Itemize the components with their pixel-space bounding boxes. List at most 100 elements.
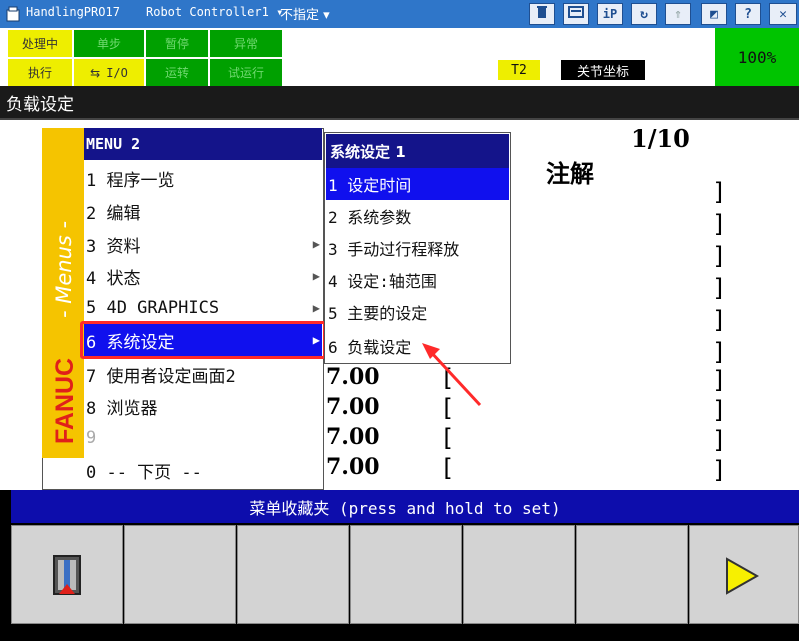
value-cell[interactable]: 7.00	[326, 454, 380, 480]
menu-item-label: 4 状态	[86, 268, 141, 289]
fkey-2[interactable]	[124, 525, 236, 624]
help-button[interactable]: ?	[735, 3, 761, 25]
submenu-item-set-time[interactable]: 1 设定时间	[326, 168, 509, 200]
menu-item-data[interactable]: 3 资料 ▶	[84, 228, 322, 260]
fanuc-sidebar: - Menus - FANUC	[42, 128, 84, 458]
menu-item-label: 2 编辑	[86, 203, 141, 224]
favorites-bar[interactable]: 菜单收藏夹 (press and hold to set)	[11, 490, 799, 523]
fkey-1[interactable]	[11, 525, 123, 624]
window-button[interactable]: ◩	[701, 3, 727, 25]
menu-header: MENU 2	[84, 128, 322, 160]
status-run: 执行	[8, 59, 72, 86]
fkey-5[interactable]	[463, 525, 575, 624]
ip-button[interactable]: iP	[597, 3, 623, 25]
keyboard-icon	[568, 6, 584, 22]
refresh-button[interactable]: ↻	[631, 3, 657, 25]
help-icon: ?	[744, 6, 752, 22]
annotation-arrow-icon	[422, 343, 482, 407]
status-io-label: I/O	[106, 65, 128, 80]
value-cell[interactable]: 7.00	[326, 394, 380, 420]
menu-item-label: 5 4D GRAPHICS	[86, 298, 220, 318]
menu-item-status[interactable]: 4 状态 ▶	[84, 260, 322, 292]
keyboard-button[interactable]	[563, 3, 589, 25]
status-io: ⇆ I/O	[74, 59, 144, 86]
refresh-icon: ↻	[640, 6, 648, 22]
screen-title: 负载设定	[0, 86, 799, 120]
app-name: HandlingPRO17	[26, 5, 120, 19]
submenu-header: 系统设定 1	[326, 134, 509, 168]
menu-item-9[interactable]: 9	[84, 422, 322, 454]
submenu-item-label: 6 负载设定	[328, 338, 412, 357]
fkey-next[interactable]	[689, 525, 799, 624]
bracket-close: ]	[712, 274, 727, 302]
submenu-arrow-icon: ▶	[312, 269, 320, 283]
menu-item-next-page[interactable]: 0 -- 下页 --	[84, 454, 322, 486]
status-fault: 异常	[210, 30, 282, 57]
submenu-item-label: 3 手动过行程释放	[328, 240, 460, 259]
submenu-arrow-icon: ▶	[312, 237, 320, 251]
submenu-item-label: 1 设定时间	[328, 176, 412, 195]
trash-button[interactable]	[529, 3, 555, 25]
next-arrow-icon	[724, 556, 760, 600]
submenu-item-master-setup[interactable]: 5 主要的设定	[326, 296, 509, 328]
page-indicator: 1/10	[631, 124, 690, 153]
menu-item-user-screen[interactable]: 7 使用者设定画面2	[84, 358, 322, 390]
menu-item-label: 1 程序一览	[86, 170, 175, 191]
assign-select[interactable]: 不指定 ▾	[280, 4, 330, 23]
status-hold: 暂停	[146, 30, 208, 57]
submenu-item-label: 5 主要的设定	[328, 304, 428, 323]
bracket-close: ]	[712, 210, 727, 238]
value-cell[interactable]: 7.00	[326, 424, 380, 450]
menus-label: - Menus -	[52, 221, 76, 318]
assign-value: 不指定	[280, 8, 320, 23]
menu-item-4d-graphics[interactable]: 5 4D GRAPHICS ▶	[84, 292, 322, 324]
menu-item-label: 7 使用者设定画面2	[86, 366, 236, 387]
bracket-close: ]	[712, 242, 727, 270]
ip-icon: iP	[602, 7, 618, 21]
coord-indicator: 关节坐标	[561, 60, 645, 80]
bracket-close: ]	[712, 306, 727, 334]
submenu-item-label: 2 系统参数	[328, 208, 412, 227]
controller-select[interactable]: Robot Controller1 ▾	[146, 5, 283, 19]
menu-item-label: 8 浏览器	[86, 398, 158, 419]
tool-indicator: T2	[498, 60, 540, 80]
fkey-4[interactable]	[350, 525, 462, 624]
fanuc-logo: FANUC	[51, 358, 79, 444]
trash-icon	[535, 5, 549, 23]
value-cell[interactable]: 7.00	[326, 364, 380, 390]
menu-item-label: 0 -- 下页 --	[86, 462, 202, 483]
menu-item-label: 3 资料	[86, 236, 141, 257]
submenu-item-ot-release[interactable]: 3 手动过行程释放	[326, 232, 509, 264]
status-step: 单步	[74, 30, 144, 57]
close-button[interactable]: ✕	[769, 3, 797, 25]
bracket-close: ]	[712, 178, 727, 206]
submenu-item-system-params[interactable]: 2 系统参数	[326, 200, 509, 232]
fkey-6[interactable]	[576, 525, 688, 624]
bracket-close: ]	[712, 338, 727, 366]
menu-item-program-list[interactable]: 1 程序一览	[84, 162, 322, 194]
override-indicator[interactable]: 100%	[715, 28, 799, 86]
fkey-3[interactable]	[237, 525, 349, 624]
bracket-open: [	[440, 424, 455, 452]
controller-name: Robot Controller1	[146, 5, 269, 19]
io-icon: ⇆	[90, 65, 101, 80]
scroll-up-button[interactable]: ⇑	[665, 3, 691, 25]
menu-item-label: 9	[86, 428, 97, 448]
status-busy: 处理中	[8, 30, 72, 57]
comment-header: 注解	[546, 160, 594, 188]
status-prod: 运转	[146, 59, 208, 86]
double-chevron-up-icon: ⇑	[674, 6, 682, 22]
window-icon: ◩	[710, 6, 718, 22]
app-icon	[6, 6, 20, 22]
submenu-item-axis-limits[interactable]: 4 设定:轴范围	[326, 264, 509, 296]
menu-item-browser[interactable]: 8 浏览器	[84, 390, 322, 422]
bracket-close: ]	[712, 456, 727, 484]
title-bar: HandlingPRO17 Robot Controller1 ▾ 不指定 ▾ …	[0, 0, 799, 28]
door-icon	[48, 554, 88, 602]
menu-item-edit[interactable]: 2 编辑	[84, 195, 322, 227]
bottom-strip	[0, 626, 799, 641]
highlight-border	[80, 321, 326, 359]
chevron-down-icon: ▾	[323, 8, 330, 23]
status-area: 处理中 单步 暂停 异常 执行 ⇆ I/O 运转 试运行 T2 关节坐标 100…	[0, 28, 799, 86]
bracket-close: ]	[712, 426, 727, 454]
